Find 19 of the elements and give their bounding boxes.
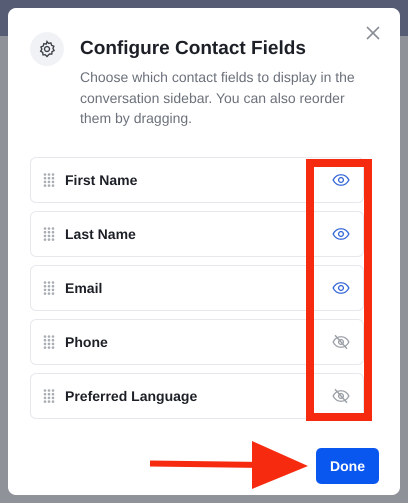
gear-icon [30,32,64,66]
field-row[interactable]: Phone [30,318,364,364]
drag-handle-icon[interactable] [43,172,55,186]
field-label: Phone [65,334,109,350]
dialog-title: Configure Contact Fields [80,38,307,60]
field-label: Last Name [65,226,137,242]
field-row[interactable]: Email [30,264,364,310]
field-label: Preferred Language [65,388,198,404]
field-row[interactable]: First Name [30,156,364,202]
drag-handle-icon[interactable] [43,388,55,402]
field-label: First Name [65,172,138,188]
drag-handle-icon[interactable] [43,280,55,294]
drag-handle-icon[interactable] [43,226,55,240]
field-row[interactable]: Last Name [30,210,364,256]
field-label: Email [65,280,104,296]
dialog-description: Choose which contact fields to display in the conversation sidebar. You can also reorder them by dragging. [80,68,356,128]
done-button[interactable]: Done [316,448,379,484]
field-row[interactable]: Preferred Language [30,372,364,418]
drag-handle-icon[interactable] [43,334,55,348]
